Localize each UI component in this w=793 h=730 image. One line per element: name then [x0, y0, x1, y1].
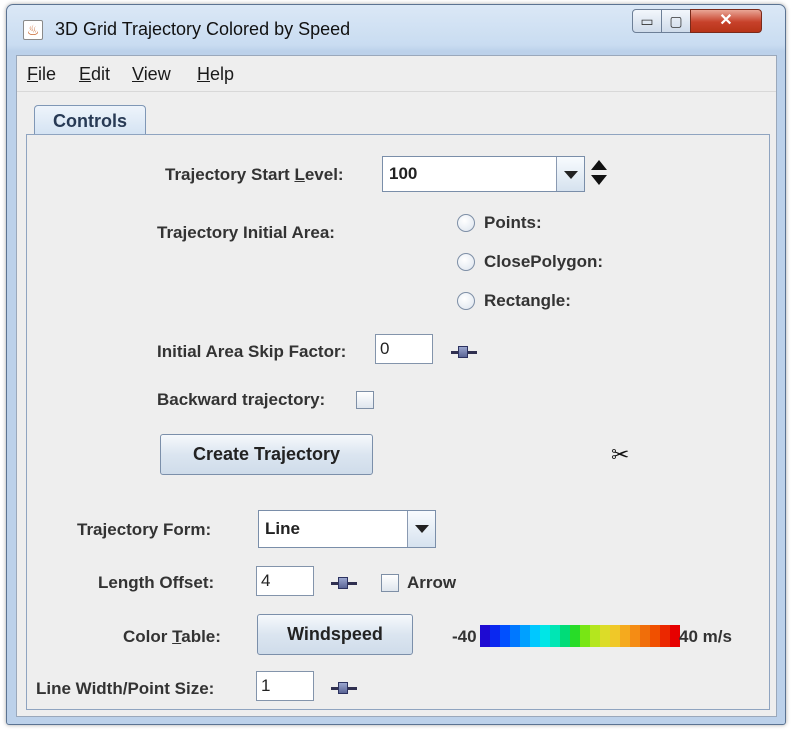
create-trajectory-button[interactable]: Create Trajectory [160, 434, 373, 475]
color-swatch [530, 625, 540, 647]
color-swatch [650, 625, 660, 647]
skip-factor-field[interactable] [375, 334, 433, 364]
length-offset-input[interactable] [257, 567, 313, 595]
line-width-input[interactable] [257, 672, 313, 700]
chevron-down-icon[interactable] [407, 511, 435, 547]
color-swatch [560, 625, 570, 647]
color-table-label: Color Table: [123, 627, 221, 646]
menu-file[interactable]: File [27, 64, 56, 85]
menu-edit[interactable]: Edit [79, 64, 110, 85]
level-spinner-icon[interactable] [590, 159, 608, 189]
color-swatch [610, 625, 620, 647]
radio-closepolygon[interactable] [457, 253, 475, 271]
line-width-label: Line Width/Point Size: [36, 679, 215, 698]
color-table-button[interactable]: Windspeed [257, 614, 413, 655]
window-title: 3D Grid Trajectory Colored by Speed [55, 19, 351, 39]
menu-view[interactable]: View [132, 64, 171, 85]
radio-rectangle[interactable] [457, 292, 475, 310]
start-level-label: Trajectory Start Level: [165, 165, 344, 184]
color-swatch [540, 625, 550, 647]
window-content: File Edit View Help Controls Trajectory … [16, 55, 777, 717]
radio-rectangle-label: Rectangle: [484, 291, 571, 310]
color-swatch [620, 625, 630, 647]
trajectory-form-combobox[interactable]: Line [258, 510, 436, 548]
start-level-combobox[interactable]: 100 [382, 156, 585, 192]
color-swatch [480, 625, 490, 647]
line-width-slider-icon[interactable] [331, 682, 357, 694]
scissors-icon: ✂ [611, 442, 630, 467]
chevron-down-icon[interactable] [556, 157, 584, 191]
title-bar[interactable]: ♨ 3D Grid Trajectory Colored by Speed ▭ … [7, 5, 785, 51]
backward-checkbox[interactable] [356, 391, 374, 409]
arrow-checkbox[interactable] [381, 574, 399, 592]
radio-points-label: Points: [484, 213, 542, 232]
color-swatch [500, 625, 510, 647]
color-swatch [600, 625, 610, 647]
color-swatch [630, 625, 640, 647]
radio-closepolygon-label: ClosePolygon: [484, 252, 604, 271]
color-swatch [660, 625, 670, 647]
color-table-bar [480, 625, 680, 647]
length-offset-slider-icon[interactable] [331, 577, 357, 589]
colorbar-max-label: 40 m/s [679, 627, 732, 646]
maximize-button[interactable]: ▢ [661, 9, 691, 33]
colorbar-min-label: -40 [452, 627, 477, 646]
radio-points[interactable] [457, 214, 475, 232]
menu-bar: File Edit View Help [17, 56, 776, 92]
skip-factor-input[interactable] [376, 335, 432, 363]
skip-factor-label: Initial Area Skip Factor: [157, 342, 347, 361]
close-button[interactable]: ✕ [690, 9, 762, 33]
controls-panel: Trajectory Start Level: 100 Trajectory I… [26, 134, 770, 710]
color-swatch [590, 625, 600, 647]
color-swatch [490, 625, 500, 647]
line-width-field[interactable] [256, 671, 314, 701]
trajectory-form-label: Trajectory Form: [77, 520, 212, 539]
backward-label: Backward trajectory: [157, 390, 326, 409]
length-offset-field[interactable] [256, 566, 314, 596]
tab-controls[interactable]: Controls [34, 105, 146, 135]
start-level-value: 100 [389, 164, 418, 183]
length-offset-label: Length Offset: [98, 573, 215, 592]
color-swatch [580, 625, 590, 647]
application-window: ♨ 3D Grid Trajectory Colored by Speed ▭ … [6, 4, 786, 725]
color-swatch [570, 625, 580, 647]
initial-area-label: Trajectory Initial Area: [157, 223, 335, 242]
color-swatch [550, 625, 560, 647]
minimize-button[interactable]: ▭ [632, 9, 662, 33]
skip-factor-slider-icon[interactable] [451, 346, 477, 358]
menu-help[interactable]: Help [197, 64, 234, 85]
java-cup-icon: ♨ [23, 20, 43, 40]
arrow-label: Arrow [407, 573, 457, 592]
color-swatch [510, 625, 520, 647]
trajectory-form-value: Line [265, 519, 300, 538]
color-swatch [640, 625, 650, 647]
color-swatch [520, 625, 530, 647]
